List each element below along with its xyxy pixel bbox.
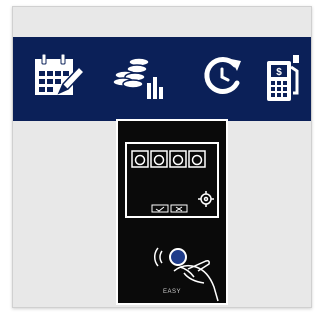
calendar-edit-icon — [35, 53, 85, 95]
terminal-screen — [125, 142, 219, 218]
feature-banner: $ — [13, 37, 311, 121]
nfc-reader-icon — [154, 247, 187, 267]
clock-refresh-icon — [204, 56, 241, 94]
brand-label: EASY — [162, 289, 181, 295]
payment-terminal: EASY — [116, 119, 228, 305]
fuel-pump-icon: $ — [267, 55, 299, 101]
product-card: $ EASY — [12, 6, 312, 308]
svg-text:$: $ — [276, 67, 282, 78]
coins-chart-icon — [112, 57, 163, 99]
